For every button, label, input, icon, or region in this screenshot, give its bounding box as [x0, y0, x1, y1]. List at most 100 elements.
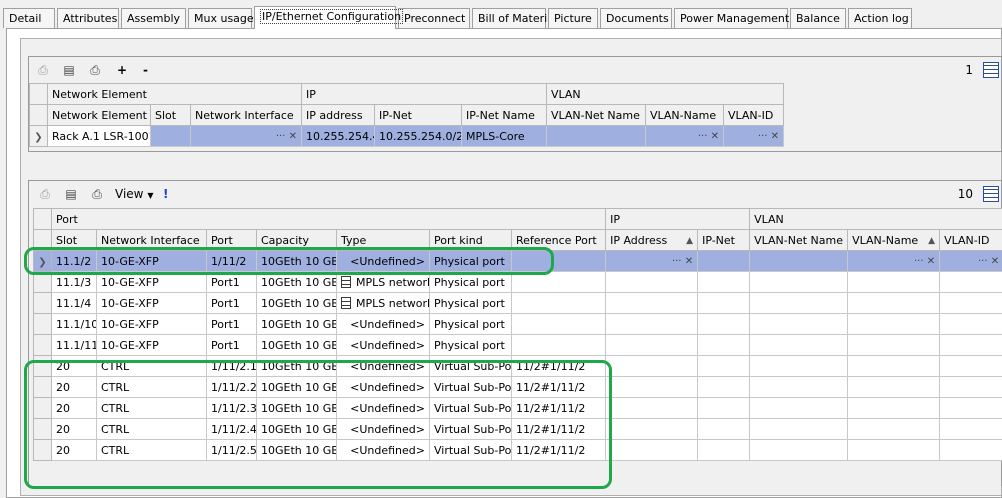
- cell-port-kind[interactable]: Virtual Sub-Port: [430, 419, 512, 440]
- cell-network-interface[interactable]: 10-GE-XFP: [97, 335, 207, 356]
- cell-vlan-id[interactable]: [940, 419, 1002, 440]
- cell-capacity[interactable]: 10GEth 10 GBit: [257, 293, 337, 314]
- cell-port[interactable]: 1/11/2.4: [207, 419, 257, 440]
- col-slot[interactable]: Slot: [52, 230, 97, 251]
- cell-ip-address[interactable]: [606, 356, 698, 377]
- cell-ip-address[interactable]: [606, 377, 698, 398]
- cell-port-kind[interactable]: Virtual Sub-Port: [430, 398, 512, 419]
- cell-reference-port[interactable]: [512, 293, 606, 314]
- ellipsis-icon[interactable]: ···: [758, 131, 768, 142]
- cell-network-interface[interactable]: 10-GE-XFP: [97, 251, 207, 272]
- col-ip-net-name[interactable]: IP-Net Name: [462, 105, 547, 126]
- cell-ip-net[interactable]: [698, 440, 750, 461]
- table-row[interactable]: ❯11.1/210-GE-XFP1/11/210GEth 10 GBit<Und…: [34, 251, 1002, 272]
- clear-icon[interactable]: ✕: [711, 131, 719, 142]
- table-row[interactable]: 11.1/1010-GE-XFPPort110GEth 10 GBit<Unde…: [34, 314, 1002, 335]
- cell-ip-net-name[interactable]: MPLS-Core: [462, 126, 547, 147]
- alert-icon[interactable]: !: [163, 187, 168, 201]
- cell-ip-net[interactable]: [698, 314, 750, 335]
- cell-port[interactable]: 1/11/2: [207, 251, 257, 272]
- cell-slot[interactable]: 20: [52, 377, 97, 398]
- cell-network-interface[interactable]: CTRL: [97, 419, 207, 440]
- cell-reference-port[interactable]: 11/2#1/11/2: [512, 377, 606, 398]
- ellipsis-icon[interactable]: ···: [914, 256, 924, 267]
- cell-vlan-name[interactable]: [848, 377, 940, 398]
- cell-ip-net[interactable]: [698, 377, 750, 398]
- col-vlan-net-name[interactable]: VLAN-Net Name: [750, 230, 848, 251]
- cell-vlan-name[interactable]: ··· ✕: [848, 251, 940, 272]
- cell-vlan-net-name[interactable]: [750, 314, 848, 335]
- cell-network-interface[interactable]: 10-GE-XFP: [97, 272, 207, 293]
- table-row[interactable]: ❯ Rack A.1 LSR-1001 ··· ✕ 10.255.254.4 1…: [30, 126, 784, 147]
- col-type[interactable]: Type: [337, 230, 430, 251]
- table-row[interactable]: 11.1/310-GE-XFPPort110GEth 10 GBitMPLS n…: [34, 272, 1002, 293]
- cell-port[interactable]: Port1: [207, 293, 257, 314]
- tab-power-management[interactable]: Power Management: [674, 8, 788, 28]
- tab-picture[interactable]: Picture: [548, 8, 598, 28]
- tab-detail[interactable]: Detail: [3, 8, 55, 28]
- col-ip-net[interactable]: IP-Net: [698, 230, 750, 251]
- settings-icon[interactable]: ▤: [61, 63, 77, 77]
- cell-slot[interactable]: 11.1/11: [52, 335, 97, 356]
- clear-icon[interactable]: ✕: [991, 256, 999, 267]
- cell-ip-address[interactable]: [606, 314, 698, 335]
- cell-port[interactable]: Port1: [207, 314, 257, 335]
- table-row[interactable]: 20CTRL1/11/2.410GEth 10 GBit<Undefined>V…: [34, 419, 1002, 440]
- view-menu[interactable]: View ▼: [115, 187, 153, 201]
- col-ip-net[interactable]: IP-Net: [375, 105, 462, 126]
- cell-port-kind[interactable]: Physical port: [430, 293, 512, 314]
- col-port-kind[interactable]: Port kind: [430, 230, 512, 251]
- cell-port[interactable]: Port1: [207, 272, 257, 293]
- tab-bill-of-material[interactable]: Bill of Material: [472, 8, 546, 28]
- cell-ip-address[interactable]: [606, 293, 698, 314]
- cell-reference-port[interactable]: 11/2#1/11/2: [512, 440, 606, 461]
- cell-port-kind[interactable]: Physical port: [430, 335, 512, 356]
- export-icon[interactable]: ⎙: [37, 187, 53, 201]
- col-network-interface[interactable]: Network Interface: [191, 105, 302, 126]
- cell-port-kind[interactable]: Virtual Sub-Port: [430, 356, 512, 377]
- cell-ip-address[interactable]: [606, 335, 698, 356]
- clear-icon[interactable]: ✕: [771, 131, 779, 142]
- col-ip-address[interactable]: IP address: [302, 105, 375, 126]
- cell-capacity[interactable]: 10GEth 10 GBit: [257, 251, 337, 272]
- cell-ip-address[interactable]: [606, 419, 698, 440]
- cell-ip-address[interactable]: [606, 272, 698, 293]
- cell-vlan-name[interactable]: [848, 398, 940, 419]
- clear-icon[interactable]: ✕: [289, 131, 297, 142]
- tab-ip-ethernet-configuration[interactable]: IP/Ethernet Configuration: [254, 6, 396, 29]
- cell-ip-net[interactable]: [698, 419, 750, 440]
- cell-network-interface[interactable]: CTRL: [97, 377, 207, 398]
- col-slot[interactable]: Slot: [151, 105, 191, 126]
- cell-ip-address[interactable]: [606, 440, 698, 461]
- cell-vlan-net-name[interactable]: [750, 293, 848, 314]
- cell-capacity[interactable]: 10GEth 10 GBit: [257, 335, 337, 356]
- cell-slot[interactable]: 20: [52, 440, 97, 461]
- cell-slot[interactable]: 11.1/3: [52, 272, 97, 293]
- cell-vlan-id[interactable]: [940, 314, 1002, 335]
- cell-reference-port[interactable]: 11/2#1/11/2: [512, 398, 606, 419]
- settings-icon[interactable]: ▤: [63, 187, 79, 201]
- cell-capacity[interactable]: 10GEth 10 GBit: [257, 440, 337, 461]
- cell-vlan-net-name[interactable]: [750, 398, 848, 419]
- export-icon[interactable]: ⎙: [35, 63, 51, 77]
- add-icon[interactable]: +: [117, 63, 127, 77]
- cell-port[interactable]: 1/11/2.3: [207, 398, 257, 419]
- tab-balance[interactable]: Balance: [790, 8, 846, 28]
- cell-vlan-name[interactable]: [848, 440, 940, 461]
- cell-port[interactable]: 1/11/2.5: [207, 440, 257, 461]
- ellipsis-icon[interactable]: ···: [698, 131, 708, 142]
- cell-vlan-id[interactable]: [940, 293, 1002, 314]
- cell-vlan-net-name[interactable]: [750, 356, 848, 377]
- cell-type[interactable]: <Undefined>: [337, 251, 430, 272]
- col-port[interactable]: Port: [207, 230, 257, 251]
- cell-vlan-id[interactable]: [940, 356, 1002, 377]
- cell-port[interactable]: Port1: [207, 335, 257, 356]
- table-row[interactable]: 20CTRL1/11/2.510GEth 10 GBit<Undefined>V…: [34, 440, 1002, 461]
- cell-slot[interactable]: 20: [52, 419, 97, 440]
- table-row[interactable]: 20CTRL1/11/2.110GEth 10 GBit<Undefined>V…: [34, 356, 1002, 377]
- cell-ip-net[interactable]: [698, 272, 750, 293]
- cell-vlan-net-name[interactable]: [547, 126, 646, 147]
- cell-vlan-net-name[interactable]: [750, 335, 848, 356]
- ellipsis-icon[interactable]: ···: [276, 131, 286, 142]
- cell-network-element[interactable]: Rack A.1 LSR-1001: [48, 126, 151, 147]
